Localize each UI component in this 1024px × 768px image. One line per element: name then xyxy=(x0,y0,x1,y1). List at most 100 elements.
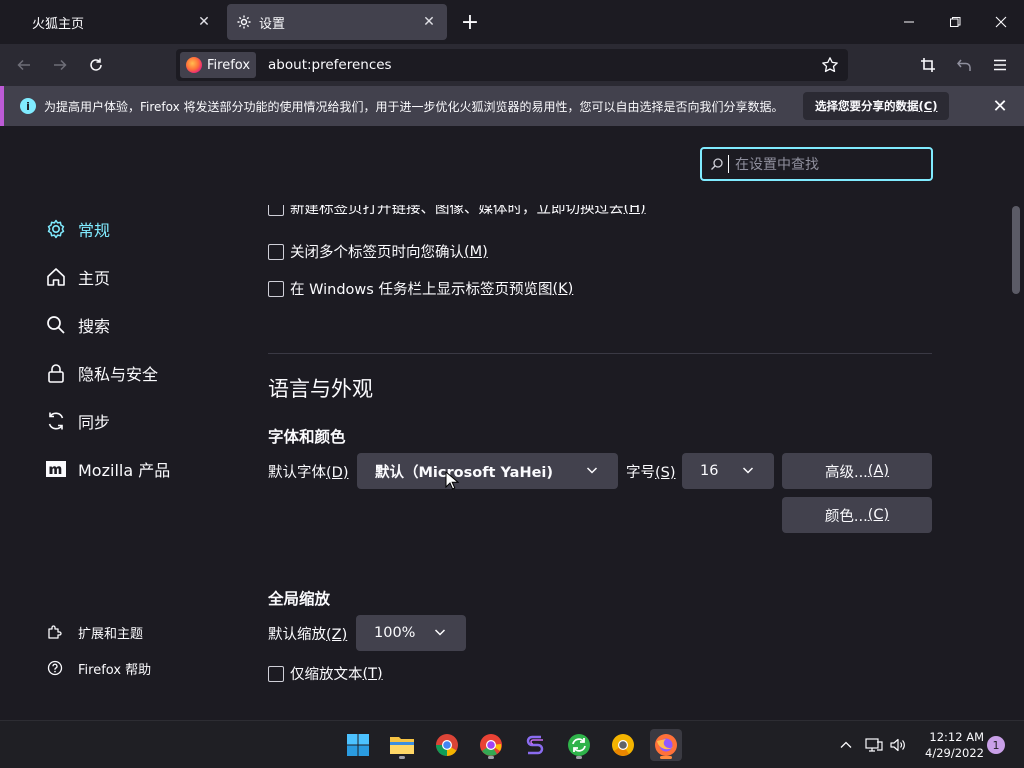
text-caret xyxy=(728,155,729,173)
checkbox-label: 仅缩放文本 xyxy=(290,667,363,683)
close-tab-icon[interactable]: ✕ xyxy=(419,12,439,32)
sidebar-item-home[interactable]: 主页 xyxy=(44,253,244,301)
preferences-content: 在设置中查找 常规 主页 搜索 隐私与安全 同步 Mozilla 产品 扩展和主… xyxy=(0,127,1024,717)
scrollbar-thumb[interactable] xyxy=(1012,206,1020,294)
sidebar-item-mozilla[interactable]: Mozilla 产品 xyxy=(44,445,244,493)
mouse-pointer-icon xyxy=(445,471,459,490)
firefox-taskbar-icon[interactable] xyxy=(650,729,682,761)
network-icon[interactable] xyxy=(864,733,884,757)
choose-data-key: (C) xyxy=(918,99,938,113)
sidebar-item-sync[interactable]: 同步 xyxy=(44,397,244,445)
tab-title: 火狐主页 xyxy=(32,16,85,32)
app-s-icon[interactable] xyxy=(519,729,551,761)
font-size-text: 字号 xyxy=(626,465,655,481)
fonts-colors-heading: 字体和颜色 xyxy=(268,428,346,446)
windows-start-icon[interactable] xyxy=(342,729,374,761)
taskbar-preview-checkbox[interactable]: 在 Windows 任务栏上显示标签页预览图 (K) xyxy=(268,278,573,299)
sidebar-item-search[interactable]: 搜索 xyxy=(44,301,244,349)
running-indicator xyxy=(576,756,582,759)
mozilla-icon xyxy=(44,457,68,481)
restore-icon[interactable] xyxy=(941,8,969,36)
zoom-text-only-checkbox[interactable]: 仅缩放文本 (T) xyxy=(268,663,383,684)
sidebar-item-extensions[interactable]: 扩展和主题 xyxy=(46,614,151,650)
search-placeholder: 在设置中查找 xyxy=(735,157,819,173)
confirm-close-tabs-checkbox[interactable]: 关闭多个标签页时向您确认 (M) xyxy=(268,241,488,262)
advanced-label: 高级... xyxy=(824,464,868,481)
close-notification-icon[interactable]: ✕ xyxy=(988,94,1012,118)
sidebar-item-label: 扩展和主题 xyxy=(78,626,144,642)
chrome-beta-icon[interactable] xyxy=(475,729,507,761)
checkbox-box[interactable] xyxy=(268,665,284,682)
system-clock[interactable]: 12:12 AM 4/29/2022 xyxy=(916,729,984,761)
file-explorer-icon[interactable] xyxy=(386,729,418,761)
clock-date: 4/29/2022 xyxy=(925,746,984,760)
default-zoom-key: (Z) xyxy=(326,627,348,643)
sidebar-footer: 扩展和主题 Firefox 帮助 xyxy=(46,614,151,686)
undo-icon[interactable] xyxy=(950,51,978,79)
tab-strip: 火狐主页 ✕ 设置 ✕ + xyxy=(0,0,1024,44)
checkbox-box[interactable] xyxy=(268,205,284,216)
checkbox-key: (H) xyxy=(623,199,646,216)
checkbox-key: (M) xyxy=(464,243,488,260)
volume-icon[interactable] xyxy=(888,733,908,757)
search-icon xyxy=(711,158,723,170)
chrome-icon[interactable] xyxy=(431,729,463,761)
url-bar[interactable]: Firefox about:preferences xyxy=(176,49,848,81)
default-zoom-select[interactable]: 100% xyxy=(356,615,466,651)
notification-badge[interactable]: 1 xyxy=(987,736,1005,754)
switch-to-new-tab-checkbox[interactable]: 新建标签页打开链接、图像、媒体时，立即切换过去 (H) xyxy=(268,199,646,218)
search-input[interactable]: 在设置中查找 xyxy=(700,147,933,181)
chevron-up-icon[interactable] xyxy=(836,733,856,757)
new-tab-button[interactable]: + xyxy=(456,8,484,36)
back-arrow-icon[interactable] xyxy=(10,51,38,79)
minimize-icon[interactable] xyxy=(895,8,923,36)
choose-data-button[interactable]: 选择您要分享的数据 (C) xyxy=(803,92,950,120)
bookmark-star-icon[interactable] xyxy=(818,53,842,77)
screenshot-icon[interactable] xyxy=(914,51,942,79)
checkbox-key: (K) xyxy=(552,280,574,297)
sidebar-item-privacy[interactable]: 隐私与安全 xyxy=(44,349,244,397)
section-divider xyxy=(268,353,932,354)
font-size-value: 16 xyxy=(700,463,719,479)
colors-button[interactable]: 颜色... (C) xyxy=(782,497,932,533)
running-indicator xyxy=(488,756,494,759)
checkbox-label: 关闭多个标签页时向您确认 xyxy=(290,245,464,261)
sync-app-icon[interactable] xyxy=(563,729,595,761)
running-indicator xyxy=(399,756,405,759)
chrome-canary-icon[interactable] xyxy=(607,729,639,761)
sidebar-item-label: 同步 xyxy=(78,413,111,432)
chevron-down-icon xyxy=(742,467,754,474)
checkbox-box[interactable] xyxy=(268,280,284,297)
navigation-toolbar: Firefox about:preferences xyxy=(0,44,1024,86)
url-text[interactable]: about:preferences xyxy=(268,57,392,73)
default-zoom-text: 默认缩放 xyxy=(268,627,326,643)
default-font-select[interactable]: 默认（Microsoft YaHei) xyxy=(357,453,618,489)
close-window-icon[interactable] xyxy=(987,8,1015,36)
close-tab-icon[interactable]: ✕ xyxy=(194,12,214,32)
checkbox-box[interactable] xyxy=(268,243,284,260)
checkbox-key: (T) xyxy=(362,665,383,682)
notification-message: 为提高用户体验，Firefox 将发送部分功能的使用情况给我们，用于进一步优化火… xyxy=(44,99,784,114)
default-font-text: 默认字体 xyxy=(268,465,326,481)
menu-icon[interactable] xyxy=(986,51,1014,79)
sidebar-item-label: 隐私与安全 xyxy=(78,365,159,384)
identity-label: Firefox xyxy=(207,57,251,73)
tab-home[interactable]: 火狐主页 ✕ xyxy=(18,4,222,40)
advanced-fonts-button[interactable]: 高级... (A) xyxy=(782,453,932,489)
reload-icon[interactable] xyxy=(82,51,110,79)
tab-settings[interactable]: 设置 ✕ xyxy=(227,4,447,40)
identity-box[interactable]: Firefox xyxy=(180,52,257,78)
sidebar-item-general[interactable]: 常规 xyxy=(44,205,244,253)
font-size-select[interactable]: 16 xyxy=(682,453,774,489)
forward-arrow-icon[interactable] xyxy=(46,51,74,79)
sync-icon xyxy=(44,409,68,433)
sidebar-item-help[interactable]: Firefox 帮助 xyxy=(46,650,151,686)
windows-taskbar: 12:12 AM 4/29/2022 1 xyxy=(0,720,1024,768)
lock-icon xyxy=(44,361,68,385)
sidebar-item-label: 主页 xyxy=(78,269,111,288)
clock-time: 12:12 AM xyxy=(929,730,984,744)
advanced-key: (A) xyxy=(867,463,890,479)
colors-label: 颜色... xyxy=(824,508,868,525)
default-font-label: 默认字体(D) xyxy=(268,461,348,482)
sidebar-item-label: Firefox 帮助 xyxy=(78,662,152,678)
